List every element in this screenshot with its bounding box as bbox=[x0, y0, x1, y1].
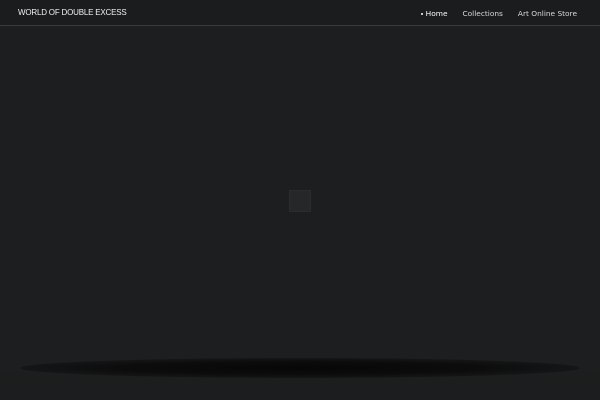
nav-item-art-online-store[interactable]: Art Online Store bbox=[518, 8, 577, 19]
nav-item-home[interactable]: Home bbox=[420, 8, 448, 19]
nav-item-label: Art Online Store bbox=[517, 9, 577, 18]
nav-item-collections[interactable]: Collections bbox=[463, 8, 503, 19]
loading-placeholder bbox=[289, 190, 311, 212]
main-nav: Home Collections Art Online Store bbox=[420, 8, 577, 19]
footer-shadow bbox=[20, 358, 580, 378]
bullet-icon bbox=[420, 12, 423, 15]
nav-item-label: Collections bbox=[462, 9, 503, 18]
site-header: WORLD OF DOUBLE EXCESS Home Collections … bbox=[0, 0, 600, 26]
site-logo[interactable]: WORLD OF DOUBLE EXCESS bbox=[18, 8, 127, 18]
nav-item-label: Home bbox=[425, 9, 448, 18]
